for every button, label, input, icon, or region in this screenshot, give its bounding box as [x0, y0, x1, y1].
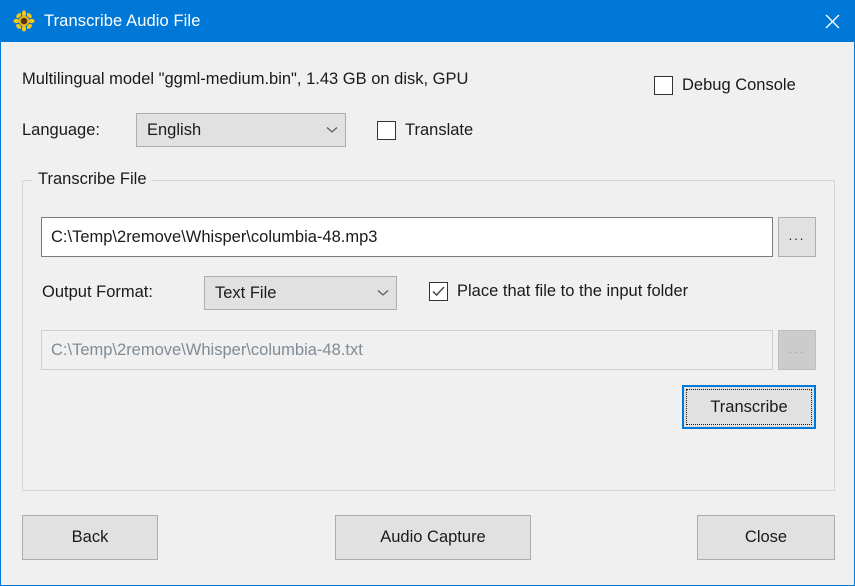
close-button[interactable]: Close [697, 515, 835, 560]
chevron-down-icon [319, 126, 345, 134]
translate-checkbox[interactable]: Translate [377, 121, 473, 140]
chevron-down-icon [370, 289, 396, 297]
language-select[interactable]: English [136, 113, 346, 147]
language-label: Language: [22, 121, 100, 139]
output-format-select[interactable]: Text File [204, 276, 397, 310]
debug-console-label: Debug Console [682, 76, 796, 94]
transcribe-audio-dialog: Transcribe Audio File Multilingual model… [0, 0, 855, 586]
translate-label: Translate [405, 121, 474, 139]
language-value: English [147, 120, 202, 139]
debug-console-checkbox[interactable]: Debug Console [654, 76, 796, 95]
place-in-input-folder-checkbox[interactable]: Place that file to the input folder [429, 282, 688, 301]
transcribe-file-legend: Transcribe File [33, 170, 152, 189]
browse-output-file-button: ... [778, 330, 816, 370]
output-format-label: Output Format: [42, 283, 153, 301]
model-info-label: Multilingual model "ggml-medium.bin", 1.… [22, 70, 469, 88]
checkbox-box-unchecked [654, 76, 673, 95]
input-file-field[interactable]: C:\Temp\2remove\Whisper\columbia-48.mp3 [41, 217, 773, 257]
back-button[interactable]: Back [22, 515, 158, 560]
transcribe-button[interactable]: Transcribe [682, 385, 816, 429]
title-bar: Transcribe Audio File [1, 0, 854, 42]
output-file-field: C:\Temp\2remove\Whisper\columbia-48.txt [41, 330, 773, 370]
close-icon[interactable] [809, 0, 854, 42]
checkbox-box-checked [429, 282, 448, 301]
audio-capture-button[interactable]: Audio Capture [335, 515, 531, 560]
checkbox-box-unchecked [377, 121, 396, 140]
transcribe-button-label: Transcribe [710, 397, 788, 416]
output-format-value: Text File [215, 283, 277, 302]
browse-input-file-button[interactable]: ... [778, 217, 816, 257]
window-title: Transcribe Audio File [44, 11, 201, 30]
place-in-input-folder-label: Place that file to the input folder [457, 282, 689, 300]
sunflower-icon [13, 10, 35, 32]
